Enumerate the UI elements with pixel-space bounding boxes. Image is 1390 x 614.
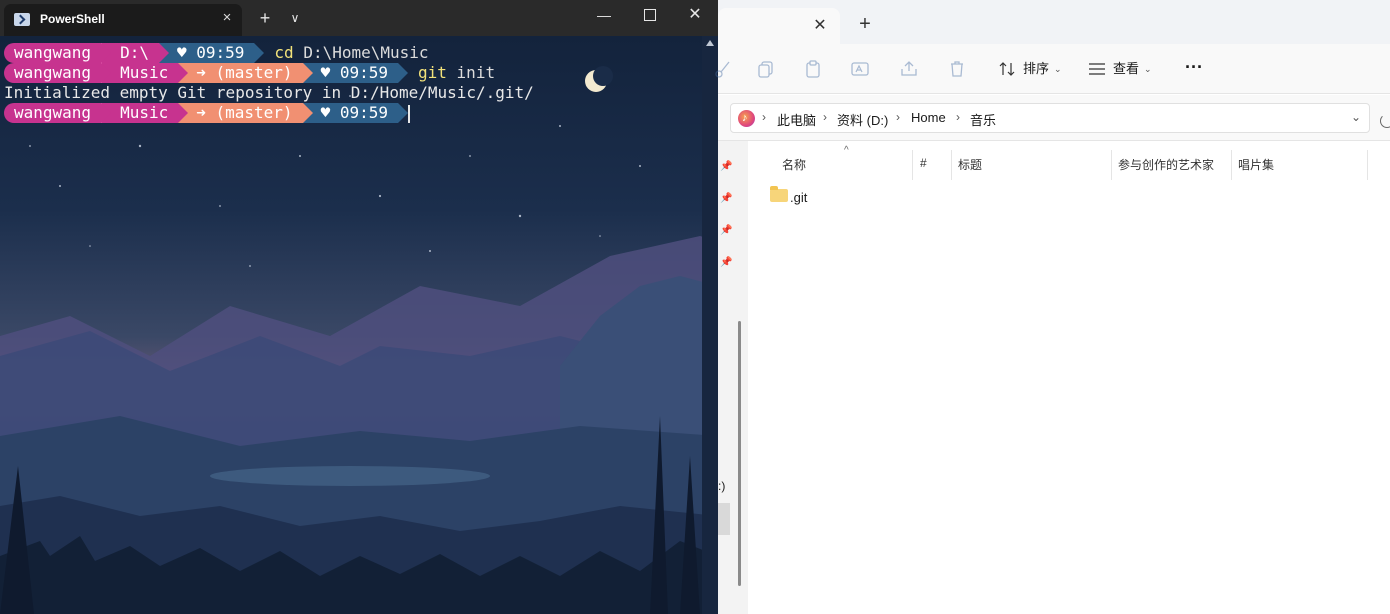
refresh-icon[interactable] [1380, 114, 1390, 128]
nav-item-label[interactable]: :) [718, 479, 725, 493]
column-artists[interactable]: 参与创作的艺术家 [1118, 156, 1214, 173]
chevron-right-icon[interactable]: › [896, 110, 900, 124]
command-arg: D:\Home\Music [303, 43, 429, 62]
prompt-path: Music [101, 103, 189, 123]
tab-title: PowerShell [40, 12, 105, 26]
file-name: .git [790, 190, 808, 205]
minimize-button[interactable]: — [592, 4, 616, 26]
nav-item-selected[interactable] [718, 503, 730, 535]
view-button[interactable]: 查看 ⌄ [1088, 57, 1154, 81]
command-output: Initialized empty Git repository in D:/H… [4, 83, 534, 102]
powershell-window: PowerShell × + ∨ — ✕ wangwang D:\ ♥ 09:5… [0, 0, 718, 614]
prompt-line: wangwang Music ➜ (master) ♥ 09:59 [4, 103, 410, 123]
chevron-right-icon[interactable]: › [956, 110, 960, 124]
close-window-button[interactable]: ✕ [683, 4, 707, 26]
view-label: 查看 [1113, 61, 1140, 76]
breadcrumb-drive-d[interactable]: 资料 (D:) [837, 110, 888, 129]
breadcrumb-music[interactable]: 音乐 [970, 110, 996, 129]
column-divider[interactable] [1111, 150, 1112, 180]
prompt-git-branch: ➜ (master) [178, 63, 313, 83]
column-headers: ^ 名称 # 标题 参与创作的艺术家 唱片集 [748, 145, 1390, 182]
prompt-time: ♥ 09:59 [302, 103, 409, 123]
new-tab-button[interactable]: + [854, 13, 876, 35]
new-tab-button[interactable]: + [254, 7, 276, 29]
breadcrumb-home[interactable]: Home [911, 110, 946, 125]
breadcrumb-this-pc[interactable]: 此电脑 [777, 110, 816, 129]
column-divider[interactable] [1231, 150, 1232, 180]
explorer-tab[interactable]: ✕ [718, 8, 840, 44]
column-title[interactable]: 标题 [958, 156, 982, 173]
pin-icon: 📌 [720, 225, 733, 236]
chevron-down-icon: ⌄ [1054, 64, 1062, 74]
command: cd D:\Home\Music [254, 43, 428, 63]
chevron-down-icon[interactable]: ⌄ [1351, 110, 1361, 124]
sort-icon [999, 62, 1015, 76]
command-name: cd [274, 43, 294, 62]
tab-powershell[interactable]: PowerShell × [4, 4, 242, 36]
chevron-right-icon[interactable]: › [823, 110, 827, 124]
chevron-down-icon: ⌄ [1144, 64, 1152, 74]
sort-button[interactable]: 排序 ⌄ [998, 57, 1064, 81]
close-tab-button[interactable]: ✕ [810, 16, 830, 36]
explorer-tabbar[interactable]: ✕ + [718, 0, 1390, 44]
column-divider[interactable] [912, 150, 913, 180]
file-explorer-window: ✕ + 排序 ⌄ 查看 ⌄ ··· › 此电脑 › 资料 (D:) › H [715, 0, 1390, 614]
rename-icon[interactable] [850, 59, 870, 79]
pin-icon: 📌 [720, 193, 733, 204]
paste-icon[interactable] [803, 59, 823, 79]
tab-dropdown-button[interactable]: ∨ [284, 7, 306, 29]
prompt-time: ♥ 09:59 [302, 63, 409, 83]
nav-scrollbar[interactable] [738, 321, 741, 586]
prompt-git-branch: ➜ (master) [178, 103, 313, 123]
chevron-right-icon[interactable]: › [762, 110, 766, 124]
terminal-scrollbar[interactable] [702, 36, 718, 614]
terminal-body[interactable]: wangwang D:\ ♥ 09:59 cd D:\Home\Music wangw… [0, 36, 718, 614]
address-bar: › 此电脑 › 资料 (D:) › Home › 音乐 ⌄ [718, 95, 1390, 141]
column-number[interactable]: # [920, 156, 927, 170]
pin-icon: 📌 [720, 257, 733, 268]
copy-icon[interactable] [756, 59, 776, 79]
column-divider[interactable] [951, 150, 952, 180]
share-icon[interactable] [899, 59, 919, 79]
column-album[interactable]: 唱片集 [1238, 156, 1274, 173]
sort-label: 排序 [1023, 61, 1050, 76]
column-name[interactable]: 名称 [782, 156, 806, 173]
prompt-user: wangwang [4, 43, 112, 63]
prompt-time: ♥ 09:59 [158, 43, 265, 63]
powershell-icon [14, 13, 30, 26]
prompt-line: wangwang D:\ ♥ 09:59 cd D:\Home\Music [4, 43, 429, 63]
pin-icon: 📌 [720, 161, 733, 172]
command-name: git [418, 63, 447, 82]
command-arg: init [456, 63, 496, 82]
prompt-path: Music [101, 63, 189, 83]
maximize-button[interactable] [637, 4, 661, 26]
cut-icon[interactable] [714, 59, 734, 79]
prompt-user: wangwang [4, 63, 112, 83]
folder-icon [770, 186, 788, 202]
more-options-button[interactable]: ··· [1180, 57, 1208, 81]
moon-icon [585, 66, 613, 92]
prompt-line: wangwang Music ➜ (master) ♥ 09:59 git init [4, 63, 495, 83]
list-item[interactable]: .git [762, 185, 1062, 209]
address-box[interactable]: › 此电脑 › 资料 (D:) › Home › 音乐 ⌄ [730, 103, 1370, 133]
column-divider[interactable] [1367, 150, 1368, 180]
navigation-pane[interactable]: 📌 📌 📌 📌 :) [718, 141, 748, 614]
scroll-up-icon[interactable] [706, 40, 714, 46]
command: git init [398, 63, 495, 83]
view-icon [1089, 63, 1105, 75]
delete-icon[interactable] [947, 59, 967, 79]
terminal-titlebar[interactable]: PowerShell × + ∨ — ✕ [0, 0, 718, 36]
text-cursor [408, 104, 410, 123]
command-bar: 排序 ⌄ 查看 ⌄ ··· [715, 44, 1390, 94]
prompt-user: wangwang [4, 103, 112, 123]
music-folder-icon [738, 110, 755, 127]
close-tab-button[interactable]: × [216, 7, 238, 29]
sort-ascending-icon: ^ [844, 145, 849, 156]
